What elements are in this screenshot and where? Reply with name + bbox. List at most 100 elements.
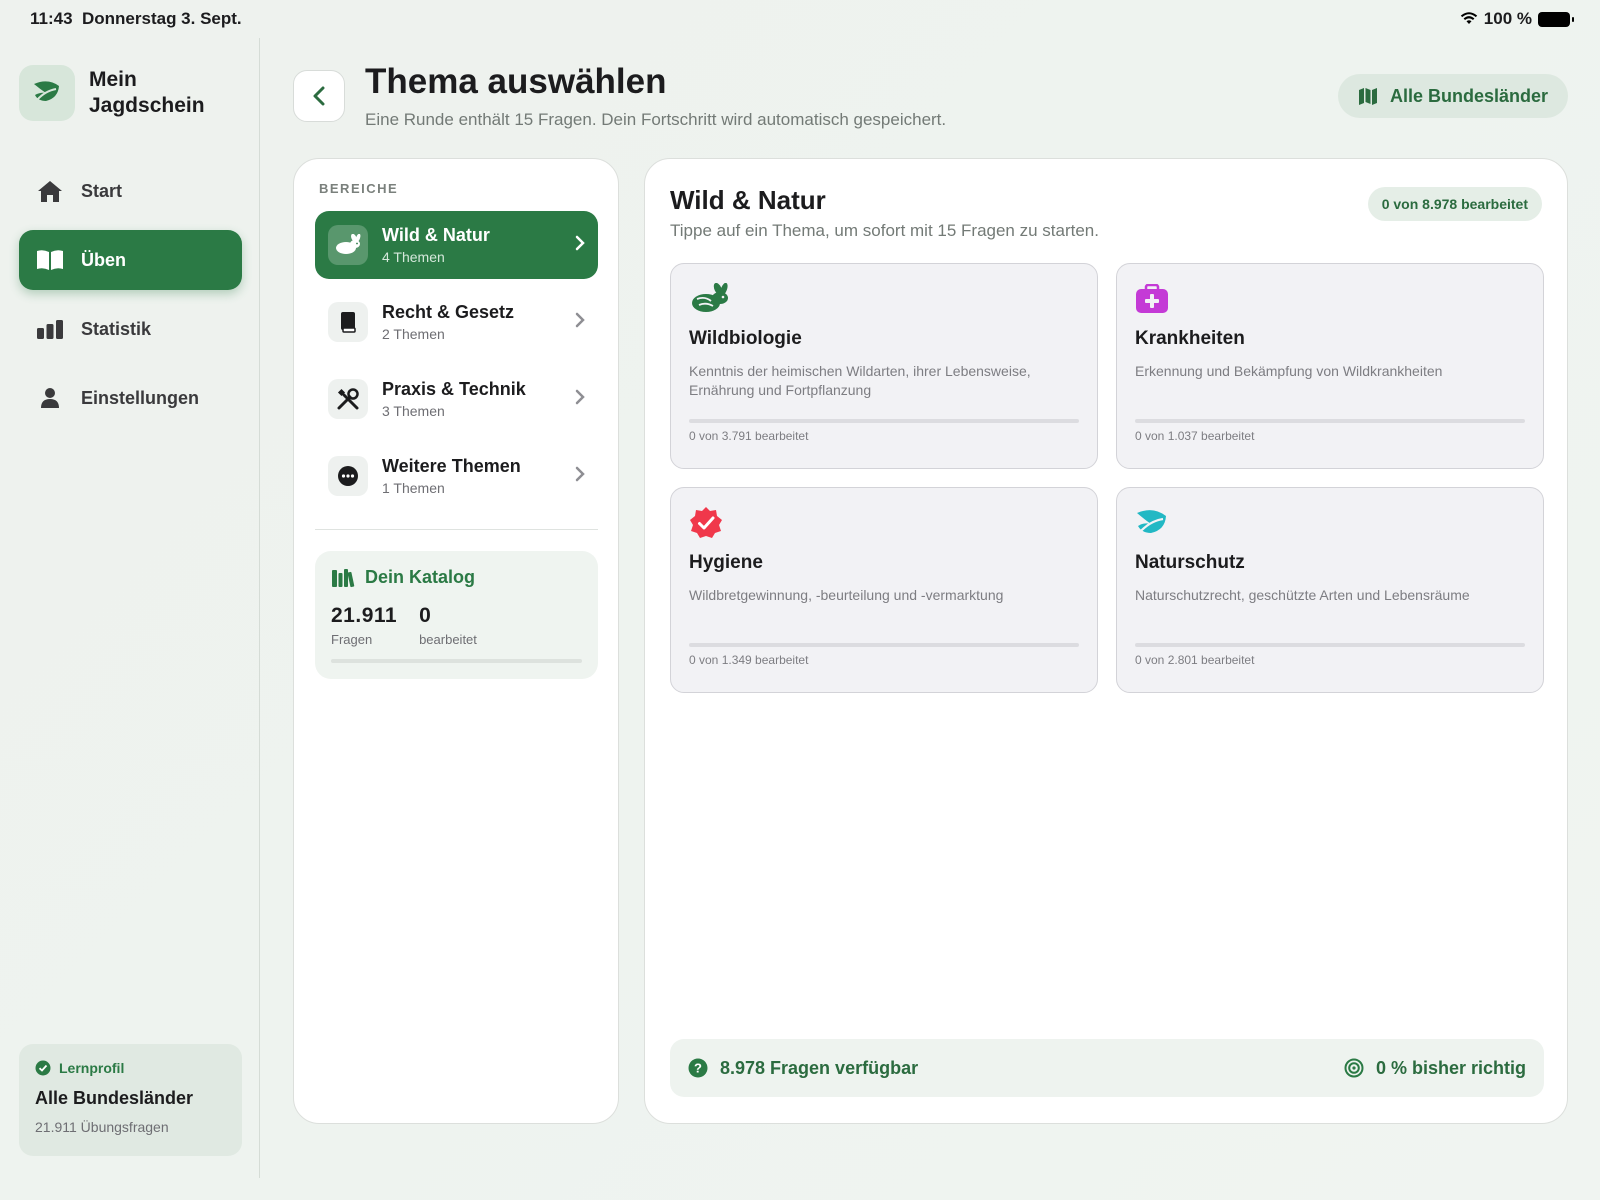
category-item-praxis-technik[interactable]: Praxis & Technik 3 Themen [315, 365, 598, 433]
topic-description: Wildbretgewinnung, -beurteilung und -ver… [689, 587, 1004, 603]
topic-name: Wildbiologie [689, 328, 802, 349]
chart-icon [35, 319, 65, 339]
page-subtitle: Eine Runde enthält 15 Fragen. Dein Forts… [365, 110, 947, 129]
chevron-right-icon [575, 466, 585, 487]
page-title: Thema auswählen [365, 62, 667, 101]
tools-icon [328, 379, 368, 419]
profile-tag-label: Lernprofil [59, 1060, 125, 1076]
category-list: Wild & Natur 4 Themen Recht & Gesetz 2 T… [315, 211, 598, 519]
learning-profile-card[interactable]: Lernprofil Alle Bundesländer 21.911 Übun… [19, 1044, 242, 1156]
profile-tag: Lernprofil [35, 1060, 226, 1076]
target-icon [1344, 1058, 1364, 1078]
topics-panel: Wild & Natur Tippe auf ein Thema, um sof… [644, 158, 1568, 1124]
sidebar-item-ueben[interactable]: Üben [19, 230, 242, 290]
category-name: Wild & Natur [382, 225, 490, 245]
catalog-questions-label: Fragen [331, 632, 373, 647]
region-button-label: Alle Bundesländer [1389, 85, 1548, 106]
category-item-weitere-themen[interactable]: Weitere Themen 1 Themen [315, 442, 598, 510]
topic-progress-bar [1135, 643, 1525, 647]
books-icon [332, 568, 355, 587]
topic-description: Erkennung und Bekämpfung von Wildkrankhe… [1135, 363, 1443, 379]
topic-name: Hygiene [689, 552, 763, 573]
areas-heading: BEREICHE [319, 181, 399, 196]
category-name: Weitere Themen [382, 456, 521, 476]
sidebar-item-label: Einstellungen [81, 387, 200, 408]
category-item-recht-gesetz[interactable]: Recht & Gesetz 2 Themen [315, 288, 598, 356]
topic-progress-text: 0 von 1.037 bearbeitet [1135, 429, 1255, 443]
profile-question-count: 21.911 Übungsfragen [35, 1119, 169, 1135]
category-title: Wild & Natur [670, 185, 826, 215]
category-subtitle: Tippe auf ein Thema, um sofort mit 15 Fr… [670, 221, 1099, 240]
topic-card-hygiene[interactable]: Hygiene Wildbretgewinnung, -beurteilung … [670, 487, 1098, 693]
catalog-questions-value: 21.911 [331, 604, 398, 627]
category-topic-count: 1 Themen [382, 480, 445, 496]
topic-grid: Wildbiologie Kenntnis der heimischen Wil… [670, 263, 1544, 693]
status-time: 11:43 [30, 9, 73, 28]
chevron-right-icon [575, 389, 585, 410]
topic-progress-text: 0 von 3.791 bearbeitet [689, 429, 809, 443]
catalog-done-label: bearbeitet [419, 632, 477, 647]
status-bar: 11:43 Donnerstag 3. Sept. 100 % [0, 0, 1600, 38]
svg-text:?: ? [694, 1061, 702, 1076]
sidebar: Mein Jagdschein Start Üben Statistik Ein… [0, 38, 260, 1178]
sidebar-item-start[interactable]: Start [19, 161, 242, 221]
questions-available: 8.978 Fragen verfügbar [720, 1057, 919, 1078]
chevron-right-icon [575, 235, 585, 256]
rabbit-icon [328, 225, 368, 265]
law-book-icon [328, 302, 368, 342]
catalog-progress-bar [331, 659, 582, 663]
category-item-wild-natur[interactable]: Wild & Natur 4 Themen [315, 211, 598, 279]
checkmark-seal-icon [689, 506, 1079, 540]
chevron-right-icon [575, 312, 585, 333]
sidebar-item-einstellungen[interactable]: Einstellungen [19, 368, 242, 428]
topic-progress-bar [1135, 419, 1525, 423]
sidebar-item-label: Statistik [81, 318, 152, 339]
topic-description: Naturschutzrecht, geschützte Arten und L… [1135, 587, 1470, 603]
areas-panel: BEREICHE Wild & Natur 4 Themen Recht & G… [293, 158, 619, 1124]
category-topic-count: 4 Themen [382, 249, 445, 265]
chevron-left-icon [313, 86, 325, 106]
topic-progress-text: 0 von 2.801 bearbeitet [1135, 653, 1255, 667]
topic-name: Naturschutz [1135, 552, 1245, 573]
topic-card-naturschutz[interactable]: Naturschutz Naturschutzrecht, geschützte… [1116, 487, 1544, 693]
topic-name: Krankheiten [1135, 328, 1245, 349]
question-circle-icon: ? [688, 1058, 708, 1078]
person-icon [35, 387, 65, 409]
category-name: Recht & Gesetz [382, 302, 515, 322]
topic-progress-bar [689, 643, 1079, 647]
catalog-done-value: 0 [419, 604, 432, 627]
status-date: Donnerstag 3. Sept. [82, 9, 242, 28]
correct-rate: 0 % bisher richtig [1375, 1057, 1526, 1078]
app-name: Mein Jagdschein [89, 68, 205, 117]
topic-progress-bar [689, 419, 1079, 423]
topic-card-krankheiten[interactable]: Krankheiten Erkennung und Bekämpfung von… [1116, 263, 1544, 469]
region-select-button[interactable]: Alle Bundesländer [1337, 74, 1568, 118]
back-button[interactable] [293, 70, 345, 122]
category-topic-count: 2 Themen [382, 326, 445, 342]
leaf-logo-icon [19, 65, 75, 121]
progress-badge: 0 von 8.978 bearbeitet [1367, 187, 1542, 221]
battery-percent: 100 % [1483, 9, 1532, 28]
divider [315, 529, 598, 530]
summary-bar: ? 8.978 Fragen verfügbar 0 % bisher rich… [670, 1039, 1544, 1097]
category-topic-count: 3 Themen [382, 403, 445, 419]
profile-name: Alle Bundesländer [35, 1088, 194, 1108]
topic-description: Kenntnis der heimischen Wildarten, ihrer… [689, 363, 1031, 398]
sidebar-item-statistik[interactable]: Statistik [19, 299, 242, 359]
checkmark-seal-icon [35, 1060, 51, 1076]
catalog-card: Dein Katalog 21.911 Fragen 0 bearbeitet [315, 551, 598, 679]
book-icon [35, 249, 65, 271]
leaf-icon [1135, 506, 1525, 540]
house-icon [35, 179, 65, 203]
topic-card-wildbiologie[interactable]: Wildbiologie Kenntnis der heimischen Wil… [670, 263, 1098, 469]
more-icon [328, 456, 368, 496]
battery-icon [1538, 11, 1574, 27]
sidebar-item-label: Start [81, 180, 123, 201]
status-right: 100 % [1460, 9, 1574, 29]
sidebar-item-label: Üben [81, 249, 126, 270]
rabbit-icon [689, 282, 1079, 316]
wifi-icon [1460, 12, 1477, 24]
map-icon [1358, 88, 1377, 105]
sidebar-nav: Start Üben Statistik Einstellungen [19, 161, 242, 437]
catalog-title: Dein Katalog [365, 567, 476, 587]
